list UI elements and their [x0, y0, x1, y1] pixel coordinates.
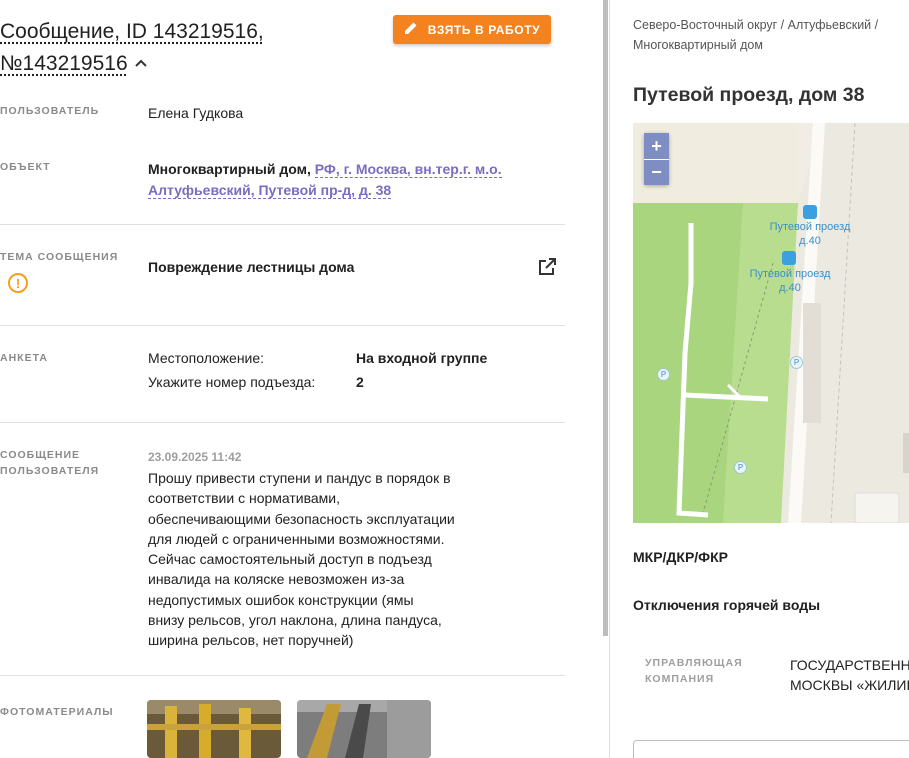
stop-number: д.40	[799, 235, 821, 247]
topic-value: Повреждение лестницы дома	[148, 259, 355, 275]
bus-stop-label: Путевой проезд д.40	[743, 267, 837, 295]
object-type: Многоквартирный дом,	[148, 161, 311, 177]
message-label-line2: ПОЛЬЗОВАТЕЛЯ	[0, 465, 100, 477]
warning-icon: !	[8, 273, 28, 293]
message-label: СООБЩЕНИЕ ПОЛЬЗОВАТЕЛЯ	[0, 447, 99, 479]
chevron-up-icon[interactable]	[134, 48, 148, 80]
message-line: инвалида на коляске невозможен из-за	[148, 571, 405, 588]
title-line1: Сообщение, ID 143219516,	[0, 20, 264, 43]
object-address-link-2[interactable]: Алтуфьевский, Путевой пр-д, д. 38	[148, 181, 392, 199]
title-line2: №143219516	[0, 52, 128, 75]
photo-thumbnail[interactable]	[147, 700, 281, 758]
topic-label: ТЕМА СООБЩЕНИЯ	[0, 251, 119, 263]
management-company-label: УПРАВЛЯЮЩАЯ КОМПАНИЯ	[645, 655, 743, 687]
stop-name: Путевой проезд	[749, 268, 831, 280]
scrollbar[interactable]	[603, 0, 608, 636]
message-line: соответствии с нормативами,	[148, 490, 341, 507]
parking-icon: P	[657, 368, 670, 381]
divider	[0, 325, 565, 326]
divider	[0, 675, 565, 676]
stop-number: д.40	[779, 282, 801, 294]
message-line: внизу рельсов, угол наклона, длина панду…	[148, 612, 442, 629]
survey-answer: На входной группе	[356, 350, 488, 366]
message-details-panel: Сообщение, ID 143219516, №143219516 ВЗЯТ…	[0, 0, 604, 758]
object-label: ОБЪЕКТ	[0, 161, 51, 173]
mc-label-line1: УПРАВЛЯЮЩАЯ	[645, 657, 743, 669]
survey-question: Местоположение:	[148, 350, 265, 366]
object-value: Многоквартирный дом, РФ, г. Москва, вн.т…	[148, 159, 508, 200]
bus-stop-icon[interactable]	[803, 205, 817, 219]
section-hot-water[interactable]: Отключения горячей воды	[633, 597, 820, 613]
divider	[0, 224, 565, 225]
message-date: 23.09.2025 11:42	[148, 450, 242, 464]
mc-value-line1: ГОСУДАРСТВЕННОЕ	[790, 657, 909, 673]
take-button-label: ВЗЯТЬ В РАБОТУ	[427, 22, 541, 37]
zoom-out-button[interactable]: −	[644, 159, 669, 185]
input-box[interactable]	[633, 740, 909, 758]
breadcrumb: Северо-Восточный округ / Алтуфьевский / …	[633, 15, 903, 55]
external-link-icon[interactable]	[537, 257, 557, 277]
parking-icon: P	[790, 356, 803, 369]
message-label-line1: СООБЩЕНИЕ	[0, 449, 81, 461]
page: Сообщение, ID 143219516, №143219516 ВЗЯТ…	[0, 0, 909, 758]
message-line: ширина рельсов, нет поручней)	[148, 632, 354, 649]
object-address-link-1[interactable]: РФ, г. Москва, вн.тер.г. м.о.	[314, 161, 502, 178]
stop-name: Путевой проезд	[769, 221, 851, 233]
object-info-panel: Северо-Восточный округ / Алтуфьевский / …	[610, 0, 909, 758]
page-title: Сообщение, ID 143219516, №143219516	[0, 16, 380, 80]
management-company-value: ГОСУДАРСТВЕННОЕ МОСКВЫ «ЖИЛИЩН	[790, 655, 909, 695]
message-line: недопустимых ошибок конструкции (ямы	[148, 591, 414, 608]
bus-stop-icon[interactable]	[782, 251, 796, 265]
breadcrumb-line2[interactable]: Многоквартирный дом	[633, 38, 763, 52]
zoom-in-button[interactable]: +	[644, 133, 669, 159]
bus-stop-label: Путевой проезд д.40	[765, 220, 855, 248]
message-line: для людей с ограниченными возможностями.	[148, 530, 445, 547]
zoom-control: + −	[644, 133, 669, 185]
user-label: ПОЛЬЗОВАТЕЛЬ	[0, 105, 100, 117]
pencil-icon	[404, 21, 418, 38]
message-line: обеспечивающими безопасность эксплуатаци…	[148, 510, 455, 527]
survey-question: Укажите номер подъезда:	[148, 374, 316, 390]
parking-icon: P	[734, 461, 747, 474]
mc-label-line2: КОМПАНИЯ	[645, 673, 715, 685]
object-address-title: Путевой проезд, дом 38	[633, 84, 865, 106]
breadcrumb-line1[interactable]: Северо-Восточный округ / Алтуфьевский /	[633, 18, 878, 32]
map[interactable]: + − Путевой проезд д.40 Путевой проезд д…	[633, 123, 909, 523]
divider	[0, 422, 565, 423]
message-text: Прошу привести ступени и пандус в порядо…	[148, 468, 468, 651]
section-repairs[interactable]: МКР/ДКР/ФКР	[633, 549, 728, 565]
photos-label: ФОТОМАТЕРИАЛЫ	[0, 706, 114, 718]
message-line: Прошу привести ступени и пандус в порядо…	[148, 470, 451, 486]
take-to-work-button[interactable]: ВЗЯТЬ В РАБОТУ	[393, 15, 551, 44]
mc-value-line2: МОСКВЫ «ЖИЛИЩН	[790, 677, 909, 693]
survey-label: АНКЕТА	[0, 352, 48, 364]
survey-answer: 2	[356, 374, 364, 390]
message-line: Сейчас самостоятельный доступ в подъезд	[148, 551, 432, 568]
user-value: Елена Гудкова	[148, 105, 244, 121]
photo-thumbnail[interactable]	[297, 700, 431, 758]
